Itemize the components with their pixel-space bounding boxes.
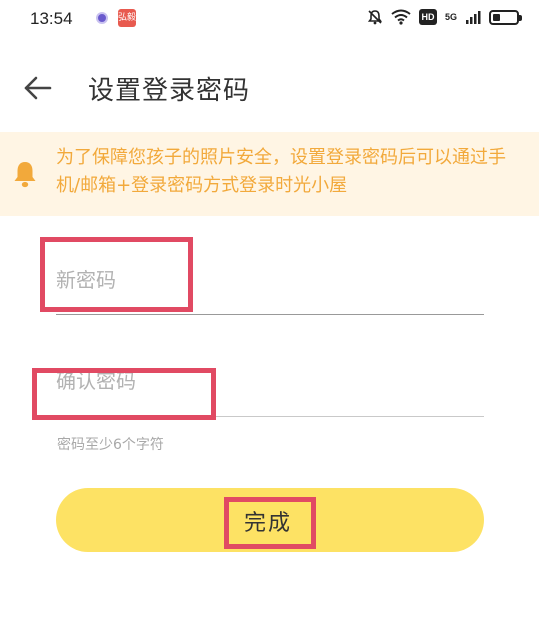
battery-level [493, 13, 500, 21]
app-badge-icon: 弘毅 [118, 9, 136, 27]
hd-icon: HD [418, 9, 437, 25]
highlight-box-new-password [40, 237, 193, 312]
bell-icon [14, 162, 36, 188]
mute-bell-icon [367, 10, 383, 25]
app-notification-icon [96, 12, 108, 24]
notice-banner: 为了保障您孩子的照片安全，设置登录密码后可以通过手机/邮箱+登录密码方式登录时光… [0, 132, 539, 216]
highlight-box-confirm-password [32, 368, 216, 420]
password-hint: 密码至少6个字符 [57, 437, 164, 453]
notice-text: 为了保障您孩子的照片安全，设置登录密码后可以通过手机/邮箱+登录密码方式登录时光… [56, 147, 506, 196]
signal-icon [466, 11, 481, 24]
page-title: 设置登录密码 [88, 76, 251, 106]
back-arrow-icon[interactable] [22, 72, 54, 104]
network-type-label: 5G [444, 12, 457, 22]
page-header: 设置登录密码 [0, 58, 539, 118]
highlight-box-done [224, 497, 316, 549]
status-icons: HD 5G [367, 9, 522, 25]
wifi-icon [391, 9, 411, 25]
battery-icon [489, 9, 522, 25]
new-password-underline [56, 314, 484, 315]
status-bar: 13:54 弘毅 HD 5G [0, 0, 539, 40]
status-time: 13:54 [30, 9, 73, 28]
